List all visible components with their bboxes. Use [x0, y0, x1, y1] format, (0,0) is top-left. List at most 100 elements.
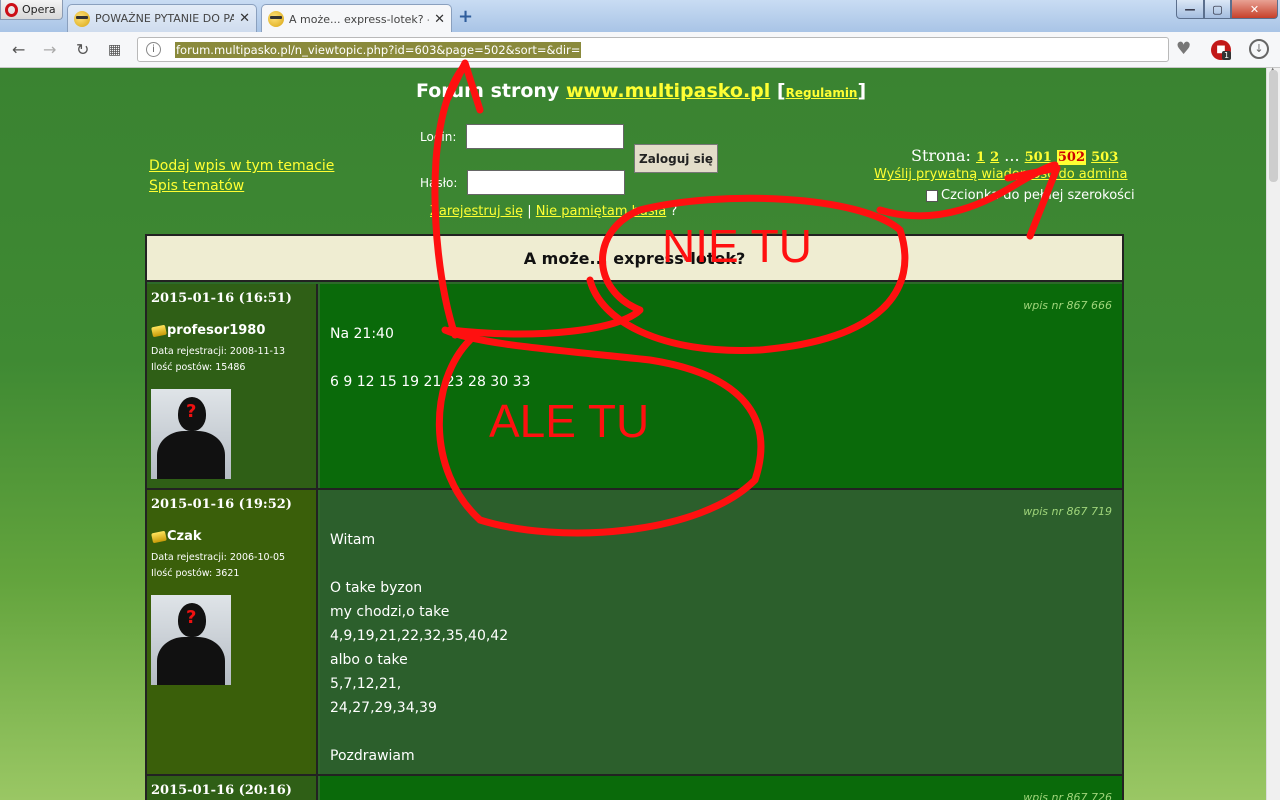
pager-label: Strona: — [911, 146, 971, 165]
page-link-2[interactable]: 2 — [990, 150, 999, 165]
post-line: Witam — [330, 532, 376, 548]
bracket-close: ] — [857, 80, 867, 102]
bracket-open: [ — [776, 80, 786, 102]
extension-count-badge: 1 — [1222, 51, 1232, 60]
registration-date: Data rejestracji: 2008-11-13 — [151, 346, 286, 357]
password-input[interactable] — [467, 170, 625, 195]
post-line: Pozdrawiam — [330, 748, 415, 764]
site-info-icon[interactable]: i — [146, 42, 161, 57]
post-line: 24,27,29,34,39 — [330, 700, 437, 716]
window-close-button[interactable]: ✕ — [1231, 0, 1278, 19]
post-text: Witam O take byzon my chodzi,o take 4,9,… — [330, 528, 508, 768]
topic-list-link[interactable]: Spis tematów — [149, 176, 334, 196]
pager-ellipsis: ... — [1004, 146, 1020, 165]
current-page: 502 — [1056, 150, 1087, 165]
post-line: Na 21:40 — [330, 326, 394, 342]
page-title: Forum strony www.multipasko.pl [Regulami… — [416, 80, 866, 102]
rules-link[interactable]: Regulamin — [786, 86, 858, 100]
post-author[interactable]: profesor1980 — [151, 323, 265, 338]
post-date: 2015-01-16 (16:51) — [151, 291, 292, 306]
post-line: 4,9,19,21,22,32,35,40,42 — [330, 628, 509, 644]
topic-table: A może... express-lotek? 2015-01-16 (16:… — [145, 234, 1124, 800]
page-link-503[interactable]: 503 — [1091, 150, 1118, 165]
speed-dial-grid-icon[interactable]: ▦ — [108, 42, 121, 58]
post: 2015-01-16 (19:52) Czak Data rejestracji… — [147, 490, 1122, 776]
post-author[interactable]: Czak — [151, 529, 202, 544]
avatar: ? — [151, 595, 231, 685]
password-label: Hasło: — [420, 176, 458, 190]
topic-title: A może... express-lotek? — [147, 236, 1122, 282]
opera-label: Opera — [22, 3, 56, 16]
post-date: 2015-01-16 (19:52) — [151, 497, 292, 512]
bookmark-heart-icon[interactable]: ♥ — [1176, 39, 1191, 59]
post-author-panel: 2015-01-16 (19:52) Czak Data rejestracji… — [147, 490, 318, 774]
url-text[interactable]: forum.multipasko.pl/n_viewtopic.php?id=6… — [175, 42, 582, 58]
post-line — [330, 720, 508, 744]
tab-title: POWAŻNE PYTANIE DO PA — [95, 12, 235, 25]
page-link-1[interactable]: 1 — [976, 150, 985, 165]
page-link-501[interactable]: 501 — [1025, 150, 1052, 165]
post-body: wpis nr 867 726 — [320, 776, 1122, 800]
post-line: my chodzi,o take — [330, 604, 450, 620]
post-body: wpis nr 867 666 Na 21:40 6 9 12 15 19 21… — [320, 284, 1122, 488]
site-link[interactable]: www.multipasko.pl — [566, 80, 770, 102]
post-line — [330, 346, 530, 370]
reload-icon[interactable]: ↻ — [76, 40, 89, 59]
username[interactable]: profesor1980 — [167, 323, 265, 338]
tab-close-icon[interactable]: ✕ — [434, 12, 445, 27]
registration-date: Data rejestracji: 2006-10-05 — [151, 552, 286, 563]
forum-page: Forum strony www.multipasko.pl [Regulami… — [0, 68, 1266, 800]
tab-powazne-pytanie[interactable]: POWAŻNE PYTANIE DO PA ✕ — [67, 4, 257, 32]
full-width-checkbox[interactable] — [926, 189, 938, 202]
window-minimize-button[interactable]: — — [1176, 0, 1204, 19]
tab-express-lotek[interactable]: A może... express-lotek? - forum ✕ — [261, 4, 452, 33]
tab-close-icon[interactable]: ✕ — [239, 11, 250, 26]
pm-admin-link[interactable]: Wyślij prywatną wiadomość do admina — [874, 167, 1128, 182]
forgot-password-link[interactable]: Nie pamiętam hasła — [536, 204, 666, 219]
opera-menu-button[interactable]: Opera — [0, 0, 63, 20]
title-prefix: Forum strony — [416, 80, 560, 102]
post-number: wpis nr 867 719 — [1023, 505, 1112, 518]
post-author-panel: 2015-01-16 (20:16) — [147, 776, 318, 800]
auth-separator: | — [527, 204, 532, 219]
browser-toolbar: ← → ↻ ▦ i forum.multipasko.pl/n_viewtopi… — [0, 32, 1280, 68]
auth-links: Zarejestruj się | Nie pamiętam hasła ? — [430, 204, 677, 219]
user-rank-icon — [151, 530, 167, 543]
username[interactable]: Czak — [167, 529, 202, 544]
post-count: Ilość postów: 15486 — [151, 362, 246, 373]
topic-actions: Dodaj wpis w tym temacie Spis tematów — [149, 156, 334, 196]
window-maximize-button[interactable]: ▢ — [1204, 0, 1231, 19]
post-number: wpis nr 867 726 — [1023, 791, 1112, 800]
forgot-suffix: ? — [670, 204, 678, 219]
address-bar[interactable]: i forum.multipasko.pl/n_viewtopic.php?id… — [137, 37, 1169, 62]
smiley-favicon-icon — [268, 11, 284, 27]
post-date: 2015-01-16 (20:16) — [151, 783, 292, 798]
pagination: Strona: 1 2 ... 501 502 503 — [911, 146, 1118, 165]
post-line — [330, 552, 508, 576]
post-number: wpis nr 867 666 — [1023, 299, 1112, 312]
post: 2015-01-16 (20:16) wpis nr 867 726 — [147, 776, 1122, 800]
page-scrollbar[interactable]: ▲ — [1266, 66, 1280, 800]
add-post-link[interactable]: Dodaj wpis w tym temacie — [149, 156, 334, 176]
smiley-favicon-icon — [74, 10, 90, 27]
post-line: 6 9 12 15 19 21 23 28 30 33 — [330, 374, 531, 390]
forward-arrow-icon[interactable]: → — [43, 40, 56, 59]
back-arrow-icon[interactable]: ← — [12, 40, 25, 59]
post-line: 5,7,12,21, — [330, 676, 402, 692]
post-line: O take byzon — [330, 580, 423, 596]
browser-titlebar: Opera POWAŻNE PYTANIE DO PA ✕ A może... … — [0, 0, 1280, 33]
user-meta: Data rejestracji: 2006-10-05 Ilość postó… — [151, 550, 285, 582]
login-label: Login: — [420, 130, 457, 144]
post-body: wpis nr 867 719 Witam O take byzon my ch… — [320, 490, 1122, 774]
scroll-thumb[interactable] — [1269, 70, 1278, 182]
register-link[interactable]: Zarejestruj się — [430, 204, 523, 219]
new-tab-plus-icon[interactable]: + — [458, 6, 473, 27]
post-author-panel: 2015-01-16 (16:51) profesor1980 Data rej… — [147, 284, 318, 488]
downloads-icon[interactable]: ↓ — [1249, 39, 1269, 59]
login-input[interactable] — [466, 124, 624, 149]
login-button[interactable]: Zaloguj się — [634, 144, 718, 173]
user-rank-icon — [151, 324, 167, 337]
opera-logo-icon — [5, 2, 18, 17]
avatar: ? — [151, 389, 231, 479]
full-width-option[interactable]: Czcionka do pełnej szerokości — [926, 188, 1135, 203]
